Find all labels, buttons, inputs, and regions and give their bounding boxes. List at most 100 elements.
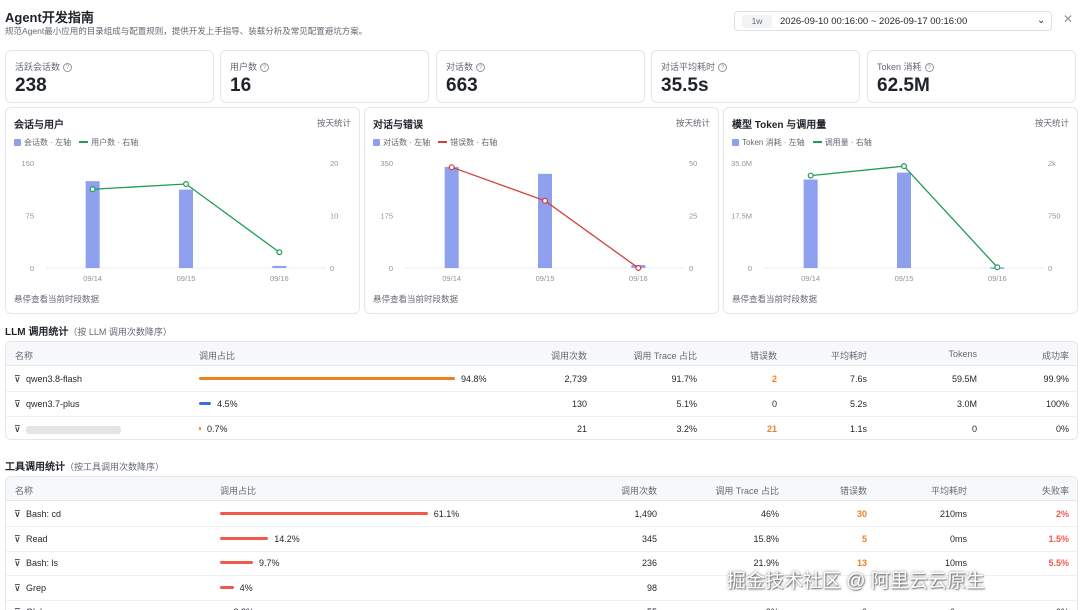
chart-period[interactable]: 按天统计	[317, 117, 351, 129]
bar-09-15	[897, 172, 911, 268]
cell-calls: 345	[641, 533, 657, 544]
column-header[interactable]: 调用 Trace 占比	[633, 349, 697, 362]
close-icon[interactable]: ✕	[1063, 12, 1073, 26]
kpi-value: 663	[446, 75, 478, 96]
cell-errors: 30	[856, 509, 867, 519]
tool-icon: ⊽	[14, 509, 21, 519]
column-header[interactable]: 调用次数	[551, 349, 587, 362]
help-icon[interactable]: ?	[260, 63, 270, 72]
legend-bar-label: 会话数 · 左轴	[24, 138, 72, 147]
column-header[interactable]: 平均耗时	[931, 484, 967, 497]
legend-bar-label: Token 消耗 · 左轴	[742, 138, 805, 147]
row-name[interactable]: Grep	[26, 583, 46, 593]
table-row[interactable]: ⊽ Read 14.2% 345 15.8% 5 0ms 1.5%	[6, 527, 1077, 552]
y-right-tick: 10	[330, 212, 338, 221]
chart-period[interactable]: 按天统计	[676, 117, 710, 129]
chart-panel: 模型 Token 与调用量 按天统计 Token 消耗 · 左轴 调用量 · 右轴 0 1…	[723, 107, 1078, 314]
cell-errors: 0	[771, 399, 777, 409]
column-header[interactable]: 调用次数	[621, 484, 657, 497]
table-row[interactable]: ⊽ 0.7% 21 3.2% 21 1.1s 0 0%	[6, 417, 1077, 439]
chart-legend: 会话数 · 左轴 用户数 · 右轴	[14, 137, 138, 148]
usage-bar	[199, 427, 201, 430]
chart-svg: 0 17.5M 35.0M 0 750 2k 09/14 09/15 09/16	[731, 159, 1060, 283]
column-header[interactable]: 调用 Trace 占比	[715, 484, 779, 497]
model-icon: ⊽	[14, 399, 21, 409]
table-header: 名称 调用占比 调用次数 调用 Trace 占比 错误数 平均耗时 Tokens 成功率	[6, 342, 1077, 366]
chart-title: 会话与用户	[14, 120, 64, 131]
table-row[interactable]: ⊽ qwen3.8-flash 94.8% 2,739 91.7% 2 7.6s 59.5M 9…	[6, 367, 1077, 392]
y-left-tick: 35.0M	[731, 159, 752, 168]
model-icon: ⊽	[14, 424, 21, 434]
cell-trace: 5.1%	[676, 399, 697, 409]
cell-tokens: 0	[971, 424, 977, 434]
usage-bar	[199, 402, 212, 405]
legend-line-swatch	[438, 141, 448, 143]
line-point	[183, 181, 190, 188]
table-row[interactable]: ⊽Glob2.2%559%00ms0%	[6, 600, 1077, 610]
help-icon[interactable]: ?	[924, 63, 934, 72]
llm-section-title: LLM 调用统计（按 LLM 调用次数降序）	[5, 323, 172, 338]
chart-title: 对话与错误	[373, 120, 423, 131]
row-name[interactable]: Bash: ls	[26, 558, 58, 568]
usage-pct: 14.2%	[274, 533, 300, 544]
column-header[interactable]: 名称	[15, 349, 33, 362]
column-header[interactable]: Tokens	[948, 349, 977, 359]
y-right-tick: 0	[689, 264, 693, 273]
chart-svg: 0 75 150 0 10 20 09/14 09/15 09/16	[21, 159, 338, 283]
kpi-label-text: 对话数	[446, 62, 474, 72]
cell-tokens: 59.5M	[951, 374, 977, 384]
chart-legend: 对话数 · 左轴 错误数 · 右轴	[373, 137, 497, 148]
y-left-tick: 175	[380, 212, 393, 221]
row-name[interactable]: Read	[26, 534, 48, 544]
y-right-tick: 2k	[1048, 159, 1056, 168]
column-header[interactable]: 调用占比	[220, 484, 256, 497]
cell-fail: 5.5%	[1048, 558, 1069, 568]
table-row[interactable]: ⊽ Bash: cd 61.1% 1,490 46% 30 210ms 2%	[6, 502, 1077, 527]
time-range-picker[interactable]: 1w 2026-09-10 00:16:00 ~ 2026-09-17 00:1…	[734, 11, 1052, 31]
cell-avg: 1.1s	[849, 424, 867, 434]
chart-svg: 0 175 350 0 25 50 09/14 09/15 09/16	[380, 159, 697, 283]
cell-calls: 21	[576, 424, 587, 434]
header: Agent开发指南 规范Agent最小应用的目录组成与配置规则，提供开发上手指导…	[0, 0, 1080, 44]
cell-success: 100%	[1045, 399, 1069, 409]
y-right-tick: 25	[689, 212, 697, 221]
tool-icon: ⊽	[14, 533, 21, 544]
kpi-label: 活跃会话数?	[15, 60, 73, 73]
column-header[interactable]: 名称	[15, 484, 33, 497]
cell-trace: 15.8%	[753, 533, 779, 544]
column-header[interactable]: 平均耗时	[831, 349, 867, 362]
row-name[interactable]: qwen3.8-flash	[26, 374, 82, 384]
table-row[interactable]: ⊽ qwen3.7-plus 4.5% 130 5.1% 0 5.2s 3.0M 100%	[6, 392, 1077, 417]
column-header[interactable]: 调用占比	[199, 349, 235, 362]
kpi-value: 35.5s	[661, 75, 709, 96]
chart-title: 模型 Token 与调用量	[732, 120, 827, 131]
column-header[interactable]: 失败率	[1042, 484, 1069, 497]
bar-09-15	[538, 173, 552, 268]
usage-pct: 9.7%	[258, 558, 280, 568]
tool-section-subtitle: （按工具调用次数降序）	[65, 462, 165, 472]
bar-09-14	[85, 181, 100, 268]
cell-errors: 5	[861, 533, 867, 544]
x-tick: 09/15	[536, 274, 555, 283]
chart-period[interactable]: 按天统计	[1035, 117, 1069, 129]
column-header[interactable]: 错误数	[840, 484, 867, 497]
chevron-down-icon[interactable]: ⌄	[1037, 15, 1045, 26]
help-icon[interactable]: ?	[476, 63, 486, 72]
legend-line-swatch	[812, 141, 822, 143]
row-name[interactable]: qwen3.7-plus	[26, 399, 80, 409]
cell-calls: 2,739	[564, 374, 587, 384]
x-tick: 09/15	[895, 274, 914, 283]
page-title: Agent开发指南	[5, 10, 94, 25]
column-header[interactable]: 错误数	[750, 349, 777, 362]
usage-bar	[220, 561, 253, 564]
help-icon[interactable]: ?	[63, 63, 73, 72]
line-point	[542, 197, 549, 204]
usage-pct: 61.1%	[433, 509, 460, 519]
help-icon[interactable]: ?	[718, 63, 728, 72]
legend-bar-swatch	[14, 139, 21, 146]
range-preset-tag[interactable]: 1w	[742, 15, 772, 28]
row-name[interactable]: Bash: cd	[26, 509, 61, 519]
legend-line-label: 调用量 · 右轴	[824, 138, 872, 147]
column-header[interactable]: 成功率	[1042, 349, 1069, 362]
line-point	[89, 186, 96, 193]
